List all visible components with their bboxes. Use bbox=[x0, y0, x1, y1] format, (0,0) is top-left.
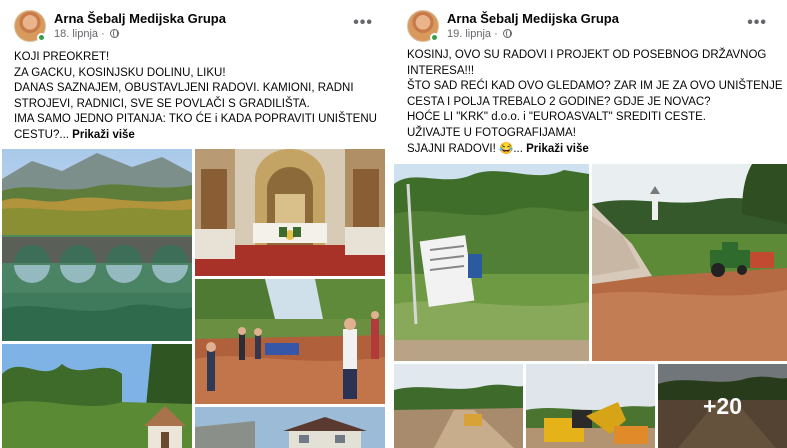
dirt-road-photo[interactable]: +20 bbox=[658, 364, 787, 448]
house-photo[interactable] bbox=[195, 407, 385, 448]
post-text-line: SJAJNI RADOVI! 😂... Prikaži više bbox=[407, 142, 777, 158]
more-photos-count: +20 bbox=[702, 392, 742, 419]
see-more-link[interactable]: Prikaži više bbox=[526, 143, 589, 155]
post-text: KOSINJ, OVO SU RADOVI I PROJEKT OD POSEB… bbox=[407, 48, 783, 158]
excavator-photo[interactable] bbox=[526, 364, 655, 448]
post-date[interactable]: 18. lipnja bbox=[54, 28, 98, 40]
post-text-line: ZA GACKU, KOSINJSKU DOLINU, LIKU! bbox=[14, 66, 226, 79]
online-status-icon bbox=[430, 33, 439, 42]
people-excavation-photo[interactable] bbox=[195, 279, 385, 404]
post-card: Arna Šebalj Medijska Grupa 19. lipnja · … bbox=[393, 0, 787, 448]
tractor-field-photo[interactable] bbox=[592, 164, 787, 361]
post-text-line: DANAS SAZNAJEM, OBUSTAVLJENI RADOVI. KAM… bbox=[14, 82, 354, 95]
author-name[interactable]: Arna Šebalj Medijska Grupa bbox=[447, 11, 619, 26]
author-name[interactable]: Arna Šebalj Medijska Grupa bbox=[54, 11, 226, 26]
post-meta: 19. lipnja · bbox=[447, 28, 512, 40]
post-text-line: IMA SAMO JEDNO PITANJA: TKO ĆE i KADA PO… bbox=[14, 113, 377, 126]
avatar[interactable] bbox=[14, 10, 46, 42]
globe-icon bbox=[109, 29, 119, 38]
post-header: Arna Šebalj Medijska Grupa 18. lipnja · … bbox=[0, 0, 393, 46]
post-text-line: KOJI PREOKRET! bbox=[14, 51, 110, 63]
post-text-line: STROJEVI, RADNICI, SVE SE POVLAČI S GRAD… bbox=[14, 97, 310, 110]
post-date[interactable]: 19. lipnja bbox=[447, 28, 491, 40]
see-more-link[interactable]: Prikaži više bbox=[72, 129, 135, 141]
post-text-line: INTERESA!!! bbox=[407, 64, 475, 77]
post-text-line: KOSINJ, OVO SU RADOVI I PROJEKT OD POSEB… bbox=[407, 49, 767, 61]
river-bridge-photo[interactable] bbox=[2, 149, 192, 341]
post-text-line-end: CESTU?... bbox=[14, 128, 69, 141]
post-card: Arna Šebalj Medijska Grupa 18. lipnja · … bbox=[0, 0, 394, 448]
online-status-icon bbox=[37, 33, 46, 42]
more-photos-overlay[interactable]: +20 bbox=[658, 364, 787, 448]
construction-sign-photo[interactable] bbox=[394, 164, 589, 361]
road-truck-photo[interactable] bbox=[394, 364, 523, 448]
post-header: Arna Šebalj Medijska Grupa 19. lipnja · … bbox=[393, 0, 787, 46]
post-text-line: CESTA I POLJA TREBALO 2 GODINE? GDJE JE … bbox=[407, 95, 711, 108]
chapel-forest-photo[interactable] bbox=[2, 344, 192, 448]
more-options-icon[interactable]: ••• bbox=[353, 14, 373, 32]
post-text-line: UŽIVAJTE U FOTOGRAFIJAMA! bbox=[407, 126, 576, 139]
avatar[interactable] bbox=[407, 10, 439, 42]
post-text-line: CESTU?... Prikaži više bbox=[14, 128, 383, 144]
post-text-line-end: SJAJNI RADOVI! 😂... bbox=[407, 142, 523, 155]
post-text-line: ŠTO SAD REĆI KAD OVO GLEDAMO? ZAR IM JE … bbox=[407, 80, 783, 93]
post-text: KOJI PREOKRET! ZA GACKU, KOSINJSKU DOLIN… bbox=[14, 50, 383, 144]
church-interior-photo[interactable] bbox=[195, 149, 385, 276]
globe-icon bbox=[502, 29, 512, 38]
post-meta: 18. lipnja · bbox=[54, 28, 119, 40]
more-options-icon[interactable]: ••• bbox=[747, 14, 767, 32]
post-text-line: HOĆE LI "KRK" d.o.o. i "EUROASVALT" SRED… bbox=[407, 111, 707, 124]
